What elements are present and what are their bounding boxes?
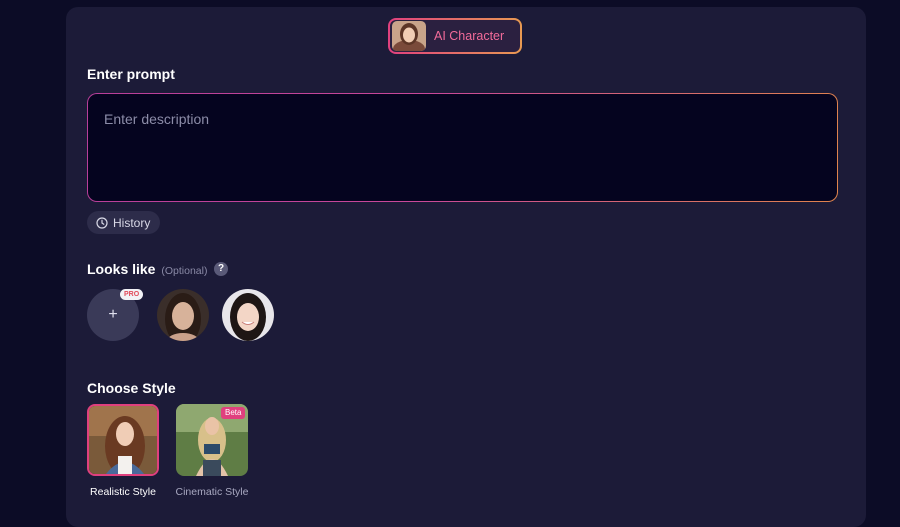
help-icon[interactable]: ? [214,262,228,276]
prompt-input[interactable] [88,94,837,201]
generator-panel: AI Character Enter prompt History Looks … [66,7,866,527]
mode-label: AI Character [434,29,505,43]
clock-icon [96,216,108,229]
character-thumbnail-icon [392,21,426,51]
prompt-title: Enter prompt [87,66,175,82]
history-button[interactable]: History [87,211,160,234]
mode-chip-inner: AI Character [390,20,520,52]
prompt-box [87,93,838,202]
looks-like-label: Looks like [87,261,156,277]
ai-character-mode-button[interactable]: AI Character [388,18,522,54]
choose-style-title: Choose Style [87,380,176,396]
optional-label: (Optional) [161,265,208,277]
beta-badge: Beta [221,407,246,419]
face-option-2[interactable] [222,289,274,341]
looks-like-title: Looks like (Optional) [87,261,207,277]
style-label-cinematic: Cinematic Style [175,486,249,498]
history-label: History [113,215,151,230]
style-label-realistic: Realistic Style [90,486,156,498]
pro-badge: PRO [120,289,144,300]
style-card-realistic[interactable] [87,404,159,476]
face-option-1[interactable] [157,289,209,341]
